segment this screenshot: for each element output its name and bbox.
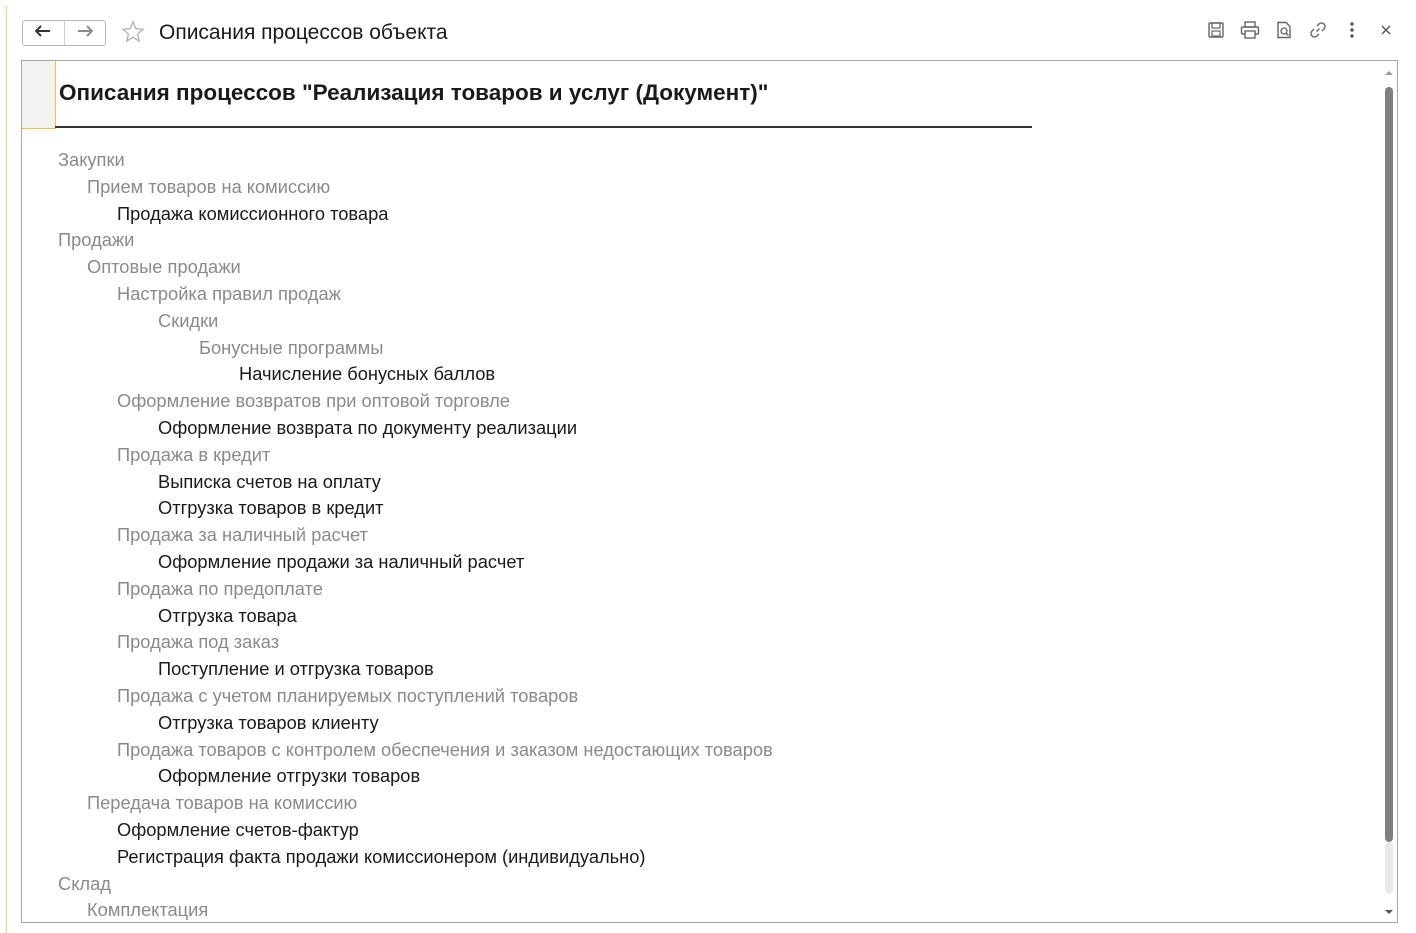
process-group: Закупки <box>58 149 125 170</box>
process-group: Продажа за наличный расчет <box>117 524 368 546</box>
process-item[interactable]: Начисление бонусных баллов <box>239 361 495 388</box>
add-to-favorites-button[interactable] <box>120 19 146 49</box>
save-icon <box>1207 21 1225 44</box>
process-item[interactable]: Продажа комиссионного товара <box>117 201 388 228</box>
process-group: Склад <box>58 872 111 894</box>
process-group: Скидки <box>158 309 219 331</box>
process-group: Передача товаров на комиссию <box>87 792 358 814</box>
chevron-up-icon <box>1385 63 1393 81</box>
scroll-down-button[interactable] <box>1384 906 1394 916</box>
process-item[interactable]: Выписка счетов на оплату <box>158 469 381 496</box>
process-item[interactable]: Оформление возврата по документу реализа… <box>158 415 577 442</box>
scroll-up-button[interactable] <box>1384 67 1394 77</box>
process-group: Оптовые продажи <box>87 256 241 278</box>
close-icon <box>1380 23 1392 41</box>
process-item[interactable]: Оформление счетов-фактур <box>117 817 359 844</box>
process-group: Оформление возвратов при оптовой торговл… <box>117 390 510 412</box>
chevron-down-icon <box>1385 902 1393 920</box>
process-group: Продажа с учетом планируемых поступлений… <box>117 685 579 706</box>
process-item[interactable]: Отгрузка товара <box>158 603 297 630</box>
process-group: Продажа под заказ <box>117 631 280 653</box>
window-title: Описания процессов объекта <box>159 21 448 44</box>
back-button[interactable] <box>23 21 64 45</box>
more-actions-button[interactable] <box>1340 20 1364 44</box>
link-icon <box>1309 21 1327 44</box>
window-edge-accent <box>6 6 7 933</box>
more-vertical-icon <box>1349 21 1355 44</box>
printer-icon <box>1240 20 1260 44</box>
print-preview-icon <box>1275 21 1293 44</box>
process-group: Прием товаров на комиссию <box>87 175 331 197</box>
process-item[interactable]: Отгрузка товаров клиенту <box>158 710 379 737</box>
process-item[interactable]: Оформление отгрузки товаров <box>158 763 420 790</box>
navigation-buttons <box>22 20 106 46</box>
document-heading: Описания процессов "Реализация товаров и… <box>59 80 769 105</box>
document-content: Описания процессов "Реализация товаров и… <box>22 61 1382 922</box>
close-button[interactable] <box>1374 20 1398 44</box>
process-item[interactable]: Отгрузка товаров в кредит <box>158 495 384 522</box>
process-item[interactable]: Поступление и отгрузка товаров <box>158 656 434 683</box>
save-button[interactable] <box>1204 20 1228 44</box>
scroll-track <box>1385 842 1393 894</box>
forward-button[interactable] <box>63 21 106 45</box>
arrow-right-icon <box>77 24 94 42</box>
process-group: Продажа товаров с контролем обеспечения … <box>117 738 773 760</box>
process-item[interactable]: Оформление продажи за наличный расчет <box>158 549 524 576</box>
star-icon <box>121 19 145 49</box>
process-descriptions-window: Описания процессов объекта Описания проц… <box>0 0 1416 933</box>
window-actions <box>1204 20 1398 44</box>
window-toolbar: Описания процессов объекта <box>0 0 1416 60</box>
process-group: Комплектация <box>87 899 209 921</box>
copy-link-button[interactable] <box>1306 20 1330 44</box>
process-group: Бонусные программы <box>199 336 384 358</box>
process-group: Продажа по предоплате <box>117 577 323 599</box>
heading-underline <box>55 126 1032 128</box>
process-group: Настройка правил продаж <box>117 283 341 304</box>
print-preview-button[interactable] <box>1272 20 1296 44</box>
vertical-scrollbar[interactable] <box>1381 61 1397 922</box>
spreadsheet-document-area[interactable]: Описания процессов "Реализация товаров и… <box>21 60 1398 923</box>
selected-cell-marker[interactable] <box>22 61 56 129</box>
process-group: Продажи <box>58 229 135 251</box>
process-group: Продажа в кредит <box>117 443 271 465</box>
arrow-left-icon <box>34 24 51 42</box>
process-item[interactable]: Регистрация факта продажи комиссионером … <box>117 844 646 871</box>
scroll-thumb[interactable] <box>1385 87 1393 842</box>
print-button[interactable] <box>1238 20 1262 44</box>
